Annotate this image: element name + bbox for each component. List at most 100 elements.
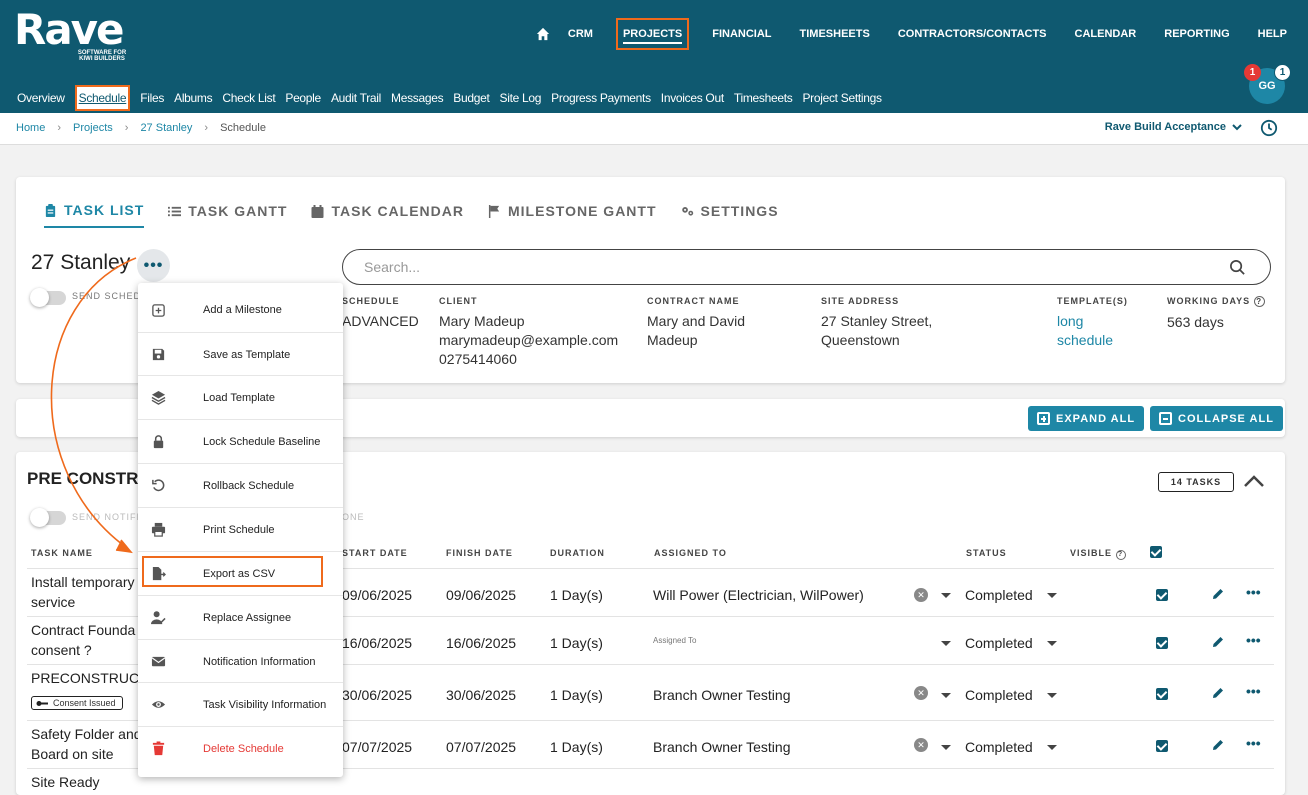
start-date[interactable]: 30/06/2025 [342,687,412,703]
start-date[interactable]: 09/06/2025 [342,587,412,603]
menu-delete-schedule[interactable]: Delete Schedule [138,726,343,770]
menu-rollback-schedule[interactable]: Rollback Schedule [138,463,343,507]
visible-checkbox[interactable] [1156,688,1168,700]
menu-notification-info[interactable]: Notification Information [138,639,343,683]
menu-add-milestone[interactable]: Add a Milestone [138,288,343,332]
schedule-options-button[interactable]: ••• [137,249,170,282]
status-dropdown-icon[interactable] [1047,693,1057,698]
search-input[interactable]: Search... [342,249,1271,285]
breadcrumb-project[interactable]: 27 Stanley [140,122,192,134]
subnav-albums[interactable]: Albums [174,87,213,109]
subnav-files[interactable]: Files [140,87,164,109]
row-more-icon[interactable]: ••• [1246,584,1261,600]
subnav-progress-payments[interactable]: Progress Payments [551,87,651,109]
assignee-placeholder[interactable]: Assigned To [653,636,696,645]
message-badge[interactable]: 1 [1274,64,1291,81]
nav-reporting[interactable]: REPORTING [1159,18,1234,50]
menu-replace-assignee[interactable]: Replace Assignee [138,595,343,639]
col-finish-date[interactable]: FINISH DATE [446,548,513,558]
status-select[interactable]: Completed [965,587,1033,603]
edit-icon[interactable] [1211,587,1225,601]
subnav-messages[interactable]: Messages [391,87,444,109]
subnav-audit-trail[interactable]: Audit Trail [331,87,381,109]
collapse-all-button[interactable]: COLLAPSE ALL [1150,406,1283,431]
nav-financial[interactable]: FINANCIAL [707,18,776,50]
col-task-name[interactable]: TASK NAME [31,548,93,558]
status-select[interactable]: Completed [965,635,1033,651]
subnav-people[interactable]: People [285,87,321,109]
help-icon[interactable]: ? [1115,550,1126,560]
select-all-checkbox[interactable] [1150,546,1162,558]
search-icon[interactable] [1229,259,1246,276]
subnav-timesheets[interactable]: Timesheets [734,87,793,109]
send-schedule-toggle[interactable] [30,288,66,307]
col-status[interactable]: STATUS [966,548,1007,558]
assignee-dropdown-icon[interactable] [941,745,951,750]
col-duration[interactable]: DURATION [550,548,605,558]
rave-logo[interactable]: Rave SOFTWARE FOR KIWI BUILDERS [14,8,126,63]
tab-task-gantt[interactable]: TASK GANTT [168,202,287,228]
status-select[interactable]: Completed [965,739,1033,755]
start-date[interactable]: 07/07/2025 [342,739,412,755]
home-icon[interactable] [536,27,550,41]
subnav-overview[interactable]: Overview [17,87,65,109]
finish-date[interactable]: 30/06/2025 [446,687,516,703]
edit-icon[interactable] [1211,635,1225,649]
edit-icon[interactable] [1211,686,1225,700]
subnav-budget[interactable]: Budget [453,87,490,109]
nav-projects[interactable]: PROJECTS [615,18,690,50]
visible-checkbox[interactable] [1156,589,1168,601]
row-more-icon[interactable]: ••• [1246,683,1261,699]
assignee-dropdown-icon[interactable] [941,641,951,646]
chevron-up-icon[interactable] [1243,474,1265,488]
col-visible[interactable]: VISIBLE ? [1070,548,1126,560]
tab-task-list[interactable]: TASK LIST [44,202,145,228]
notification-badge[interactable]: 1 [1244,64,1261,81]
status-select[interactable]: Completed [965,687,1033,703]
task-name[interactable]: Safety Folder and Board on site [31,724,142,764]
assignee[interactable]: Branch Owner Testing [653,687,790,703]
tab-task-calendar[interactable]: TASK CALENDAR [311,202,464,228]
subnav-site-log[interactable]: Site Log [500,87,542,109]
assignee-dropdown-icon[interactable] [941,593,951,598]
clock-icon[interactable] [1260,119,1278,137]
clear-assignee-icon[interactable]: ✕ [914,738,928,752]
template-link[interactable]: schedule [1057,331,1128,350]
template-link[interactable]: long [1057,312,1128,331]
menu-load-template[interactable]: Load Template [138,375,343,419]
nav-help[interactable]: HELP [1253,18,1292,50]
finish-date[interactable]: 16/06/2025 [446,635,516,651]
help-icon[interactable]: ? [1253,296,1265,307]
finish-date[interactable]: 07/07/2025 [446,739,516,755]
edit-icon[interactable] [1211,738,1225,752]
task-name[interactable]: Install temporary service [31,572,134,612]
status-dropdown-icon[interactable] [1047,593,1057,598]
menu-task-visibility-info[interactable]: Task Visibility Information [138,682,343,726]
col-start-date[interactable]: START DATE [342,548,408,558]
nav-contractors[interactable]: CONTRACTORS/CONTACTS [893,18,1052,50]
start-date[interactable]: 16/06/2025 [342,635,412,651]
assignee-dropdown-icon[interactable] [941,693,951,698]
visible-checkbox[interactable] [1156,637,1168,649]
nav-crm[interactable]: CRM [563,18,598,50]
menu-lock-baseline[interactable]: Lock Schedule Baseline [138,419,343,463]
nav-timesheets[interactable]: TIMESHEETS [795,18,875,50]
menu-print-schedule[interactable]: Print Schedule [138,507,343,551]
tab-settings[interactable]: SETTINGS [681,202,779,228]
task-name[interactable]: Site Ready [31,772,99,792]
company-selector[interactable]: Rave Build Acceptance [1105,121,1242,133]
nav-calendar[interactable]: CALENDAR [1070,18,1142,50]
send-notification-toggle[interactable] [30,508,66,527]
task-name[interactable]: PRECONSTRUCT [31,668,148,688]
breadcrumb-projects[interactable]: Projects [73,122,113,134]
menu-save-template[interactable]: Save as Template [138,332,343,376]
clear-assignee-icon[interactable]: ✕ [914,686,928,700]
assignee[interactable]: Branch Owner Testing [653,739,790,755]
expand-all-button[interactable]: EXPAND ALL [1028,406,1145,431]
subnav-schedule[interactable]: Schedule [74,85,131,111]
finish-date[interactable]: 09/06/2025 [446,587,516,603]
tab-milestone-gantt[interactable]: MILESTONE GANTT [488,202,657,228]
task-name[interactable]: Contract Founda consent ? [31,620,135,660]
row-more-icon[interactable]: ••• [1246,632,1261,648]
subnav-project-settings[interactable]: Project Settings [802,87,882,109]
